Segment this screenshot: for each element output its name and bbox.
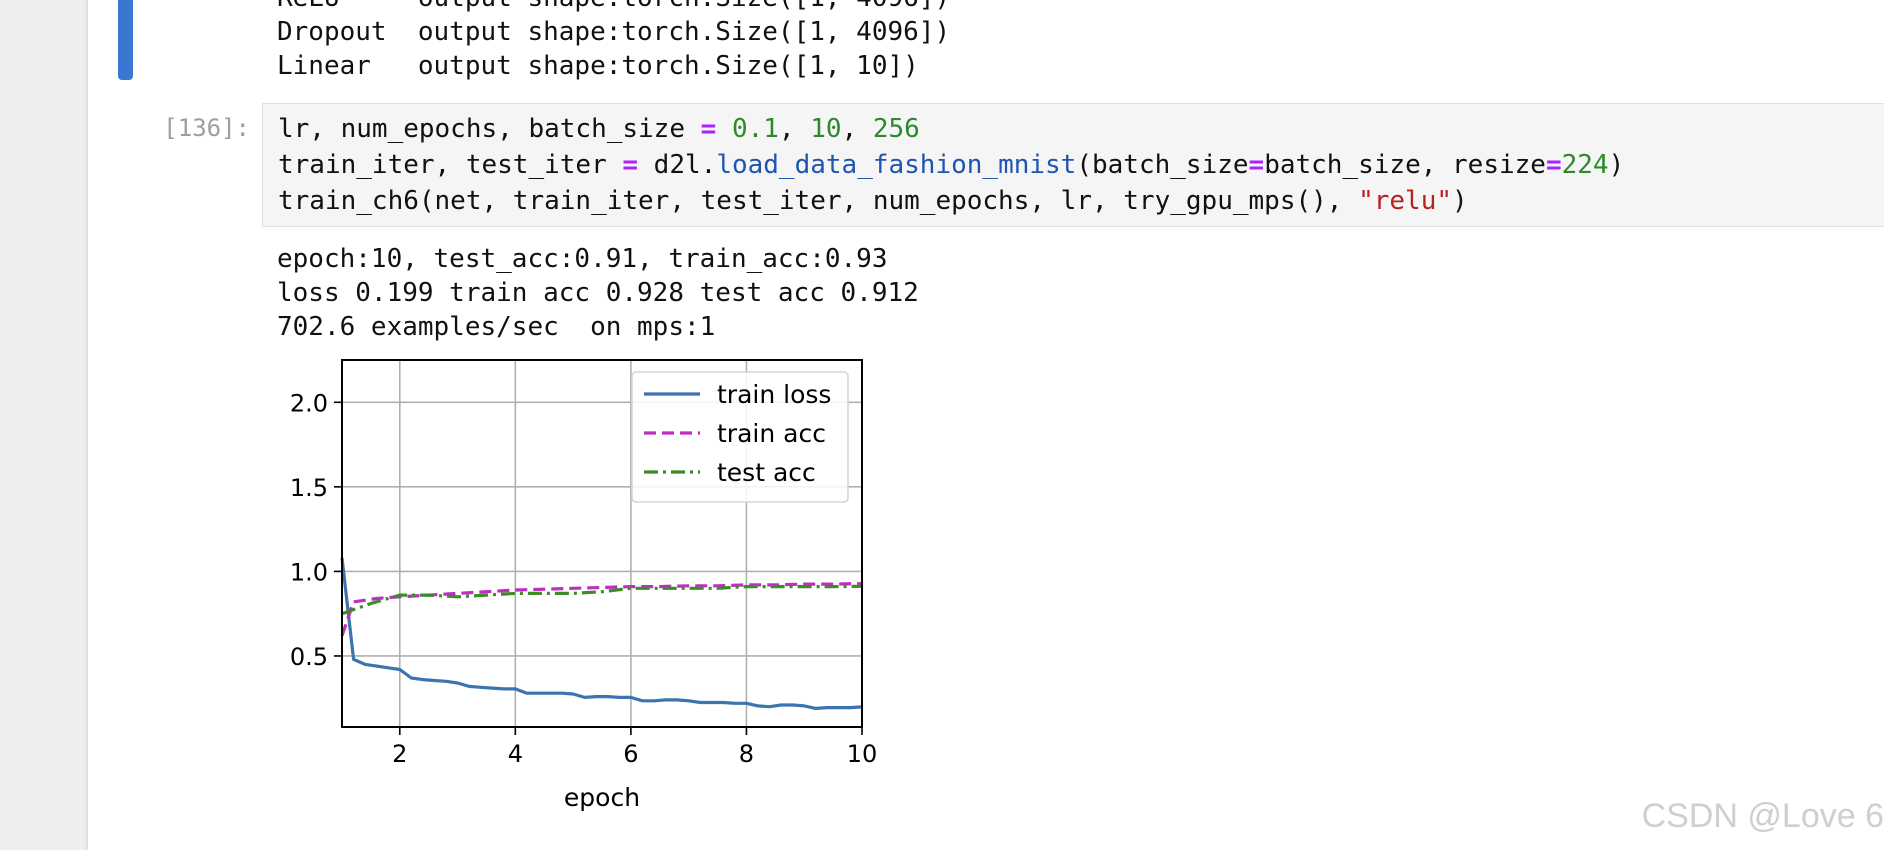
previous-output-line: Linear output shape:torch.Size([1, 10]) [277, 51, 919, 81]
legend-label: train acc [717, 419, 826, 448]
active-cell-indicator[interactable] [118, 0, 133, 80]
code-operator: = [1248, 150, 1265, 180]
code-number: 10 [810, 114, 842, 144]
y-tick-label: 2.0 [290, 389, 328, 417]
code-string: "relu" [1358, 186, 1453, 216]
code-operator: = [1545, 150, 1562, 180]
code-number: 0.1 [731, 114, 779, 144]
series-line-test-acc [341, 584, 863, 616]
x-tick-label: 6 [623, 740, 638, 768]
x-tick-label: 2 [392, 740, 407, 768]
code-token: d2l. [638, 150, 717, 180]
code-operator: = [622, 150, 639, 180]
output-line: loss 0.199 train acc 0.928 test acc 0.91… [277, 278, 919, 308]
code-token: , [778, 114, 811, 144]
code-token: ) [1608, 150, 1625, 180]
legend-label: test acc [717, 458, 816, 487]
x-tick-label: 10 [847, 740, 878, 768]
cell-output-text: epoch:10, test_acc:0.91, train_acc:0.93l… [277, 242, 919, 344]
previous-output-line: Dropout output shape:torch.Size([1, 4096… [277, 17, 951, 47]
code-number: 224 [1561, 150, 1609, 180]
code-line: train_ch6(net, train_iter, test_iter, nu… [278, 183, 1624, 219]
cell-prompt: [136]: [163, 114, 250, 142]
code-function: load_data_fashion_mnist [716, 150, 1077, 180]
code-number: 256 [872, 114, 920, 144]
chart-series [340, 557, 863, 710]
watermark: CSDN @Love 6 [1641, 797, 1884, 835]
legend-label: train loss [717, 380, 831, 409]
code-token: (batch_size [1076, 150, 1249, 180]
previous-output-line: ReLU output shape:torch.Size([1, 4096]) [277, 0, 950, 15]
code-editor[interactable]: lr, num_epochs, batch_size = 0.1, 10, 25… [278, 111, 1624, 219]
x-tick-label: 4 [508, 740, 523, 768]
x-tick-label: 8 [739, 740, 754, 768]
y-tick-label: 0.5 [290, 643, 328, 671]
code-line: train_iter, test_iter = d2l.load_data_fa… [278, 147, 1624, 183]
x-axis-label: epoch [564, 783, 640, 812]
code-token: lr, num_epochs, batch_size [278, 114, 701, 144]
y-tick-label: 1.0 [290, 558, 328, 586]
code-token: batch_size, resize [1264, 150, 1546, 180]
output-line: 702.6 examples/sec on mps:1 [277, 312, 716, 342]
code-token: ) [1452, 186, 1468, 216]
y-tick-label: 1.5 [290, 474, 328, 502]
code-token: , [841, 114, 873, 144]
code-line: lr, num_epochs, batch_size = 0.1, 10, 25… [278, 111, 1624, 147]
training-chart: 2 4 6 8 100.51.01.52.0 epoch train losstrain… [290, 359, 878, 812]
code-token: train_iter, test_iter [278, 150, 623, 180]
output-line: epoch:10, test_acc:0.91, train_acc:0.93 [277, 244, 888, 274]
series-line-train-loss [340, 557, 863, 710]
chart-legend: train loss train acc test acc [631, 371, 849, 503]
code-token: train_ch6(net, train_iter, test_iter, nu… [278, 186, 1359, 216]
previous-output: ReLU output shape:torch.Size([1, 4096]) D… [277, 0, 950, 83]
code-operator: = [700, 114, 717, 144]
code-cell[interactable]: lr, num_epochs, batch_size = 0.1, 10, 25… [262, 103, 1884, 227]
